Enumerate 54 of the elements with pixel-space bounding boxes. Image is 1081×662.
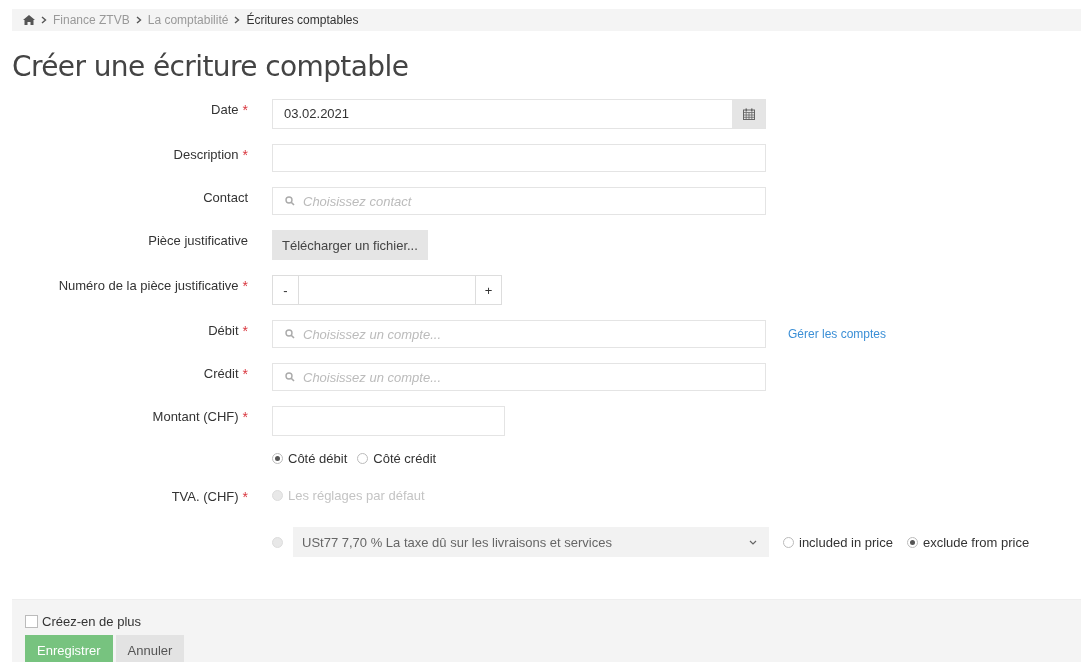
field-label: Montant (CHF) bbox=[152, 409, 239, 424]
radio-button[interactable] bbox=[783, 536, 794, 548]
chevron-icon bbox=[234, 16, 241, 24]
number-field[interactable] bbox=[299, 275, 475, 305]
checkbox-label: Créez-en de plus bbox=[42, 614, 141, 629]
search-field[interactable]: Choisissez un compte... bbox=[272, 320, 766, 348]
required-mark: * bbox=[242, 489, 248, 505]
breadcrumb-link[interactable]: La comptabilité bbox=[147, 13, 229, 27]
radio-button[interactable] bbox=[906, 536, 918, 548]
radio-button[interactable] bbox=[272, 453, 283, 464]
search-field[interactable]: Choisissez un compte... bbox=[272, 363, 766, 391]
required-mark: * bbox=[242, 409, 248, 425]
amount-field[interactable] bbox=[272, 406, 505, 436]
chevron-icon bbox=[41, 16, 47, 24]
required-mark: * bbox=[242, 323, 248, 339]
radio-button[interactable] bbox=[357, 453, 369, 464]
required-mark: * bbox=[242, 366, 248, 382]
page-title: Créer une écriture comptable bbox=[12, 51, 410, 83]
field-label: Contact bbox=[203, 190, 248, 205]
field-label: TVA. (CHF) bbox=[171, 489, 239, 504]
calendar-icon[interactable] bbox=[742, 108, 755, 120]
required-mark: * bbox=[242, 147, 248, 163]
field-label: Description bbox=[173, 147, 239, 162]
radio-label: exclude from price bbox=[922, 534, 1030, 550]
increment-button[interactable]: + bbox=[475, 275, 502, 305]
search-field[interactable]: Choisissez contact bbox=[272, 187, 766, 215]
field-label: Débit bbox=[208, 323, 239, 338]
search-icon bbox=[285, 329, 295, 339]
required-mark: * bbox=[242, 102, 248, 118]
breadcrumb-link[interactable]: Finance ZTVB bbox=[53, 13, 130, 27]
decrement-button[interactable]: - bbox=[272, 275, 299, 305]
field-label: Date bbox=[211, 102, 239, 117]
date-field[interactable]: 03.02.2021 bbox=[272, 99, 766, 129]
field-label: Pièce justificative bbox=[148, 233, 248, 248]
radio-label: Côté débit bbox=[288, 451, 348, 466]
search-icon bbox=[285, 372, 295, 382]
radio-label: Côté crédit bbox=[373, 451, 437, 466]
radio-label: included in price bbox=[799, 534, 893, 550]
chevron-down-icon bbox=[749, 539, 757, 545]
chevron-icon bbox=[135, 16, 142, 24]
radio-label: Les réglages par défaut bbox=[288, 488, 425, 503]
home-icon[interactable] bbox=[23, 15, 35, 25]
checkbox[interactable] bbox=[25, 615, 38, 628]
upload-button[interactable]: Télécharger un fichier... bbox=[272, 230, 428, 260]
field-label: Crédit bbox=[203, 366, 239, 381]
required-mark: * bbox=[242, 278, 248, 294]
save-button[interactable]: Enregistrer bbox=[25, 635, 113, 662]
manage-accounts-link[interactable]: Gérer les comptes bbox=[788, 327, 887, 341]
cancel-button[interactable]: Annuler bbox=[115, 635, 185, 662]
tax-dropdown[interactable]: USt77 7,70 % La taxe dû sur les livraisons et services bbox=[293, 527, 769, 557]
field-label: Numéro de la pièce justificative bbox=[58, 278, 239, 293]
description-field[interactable] bbox=[272, 144, 766, 172]
search-icon bbox=[285, 196, 295, 206]
radio-button[interactable] bbox=[272, 536, 283, 548]
